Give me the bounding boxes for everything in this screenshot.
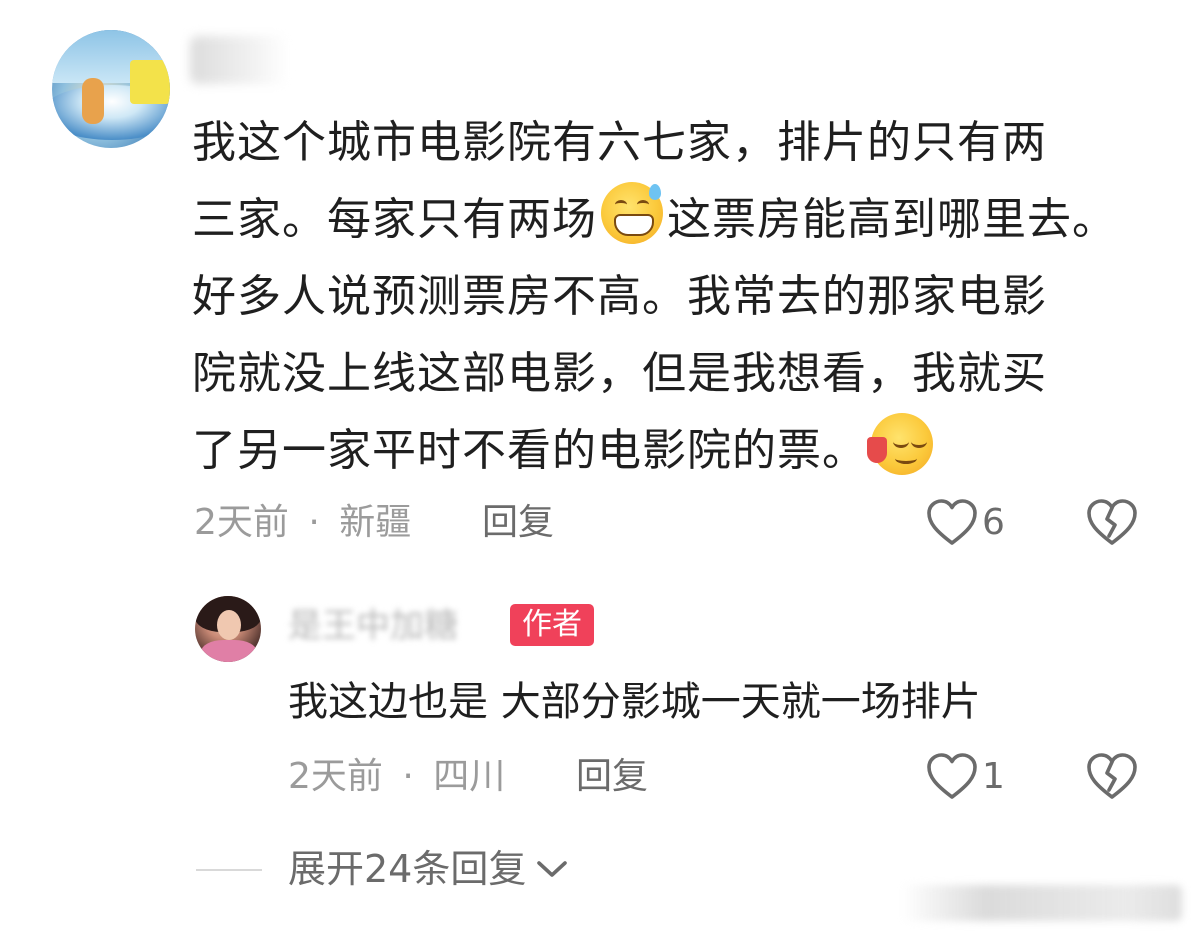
heart-icon <box>927 499 977 545</box>
username[interactable] <box>190 36 288 84</box>
reply-user-avatar[interactable] <box>195 596 261 662</box>
comment-line-5: 了另一家平时不看的电影院的票。 <box>192 425 867 476</box>
reply-button[interactable]: 回复 <box>482 498 554 548</box>
watermark <box>902 885 1182 921</box>
reply-meta: 2天前 · 四川 <box>288 752 505 802</box>
meta-separator: · <box>402 756 414 797</box>
grimace-sweat-emoji <box>601 182 663 244</box>
comment-location: 新疆 <box>339 502 412 543</box>
dislike-button[interactable] <box>1086 498 1138 548</box>
comment-text: 我这个城市电影院有六七家，排片的只有两 三家。每家只有两场 这票房能高到哪里去。 … <box>192 104 1162 489</box>
expand-replies-button[interactable]: 展开24条回复 <box>288 844 570 894</box>
broken-heart-icon <box>1087 753 1137 799</box>
reply-like-button[interactable]: 1 <box>926 752 1005 802</box>
reply-text: 我这边也是 大部分影城一天就一场排片 <box>288 679 981 725</box>
like-count: 6 <box>982 502 1005 543</box>
author-badge: 作者 <box>510 604 594 646</box>
comment-time: 2天前 <box>194 502 289 543</box>
like-button[interactable]: 6 <box>926 498 1005 548</box>
reply-time: 2天前 <box>288 756 383 797</box>
comment-line-1: 我这个城市电影院有六七家，排片的只有两 <box>192 117 1047 168</box>
comment-line-3: 好多人说预测票房不高。我常去的那家电影 <box>192 271 1047 322</box>
reply-location: 四川 <box>433 756 506 797</box>
user-avatar[interactable] <box>52 30 170 148</box>
smirk-wine-emoji <box>867 413 933 475</box>
chevron-down-icon <box>537 861 568 877</box>
meta-separator: · <box>308 502 320 543</box>
expand-divider <box>196 869 262 871</box>
reply-dislike-button[interactable] <box>1086 752 1138 802</box>
heart-icon <box>927 753 977 799</box>
comment-line-2a: 三家。每家只有两场 <box>192 194 597 245</box>
comment-meta: 2天前 · 新疆 <box>194 498 411 548</box>
reply-reply-button[interactable]: 回复 <box>576 752 648 802</box>
broken-heart-icon <box>1087 499 1137 545</box>
comment-line-2b: 这票房能高到哪里去。 <box>667 194 1117 245</box>
reply-username[interactable]: 是王中加糖 <box>288 604 498 648</box>
reply-like-count: 1 <box>982 756 1005 797</box>
comment-line-4: 院就没上线这部电影，但是我想看，我就买 <box>192 348 1047 399</box>
expand-replies-label: 展开24条回复 <box>288 847 527 891</box>
